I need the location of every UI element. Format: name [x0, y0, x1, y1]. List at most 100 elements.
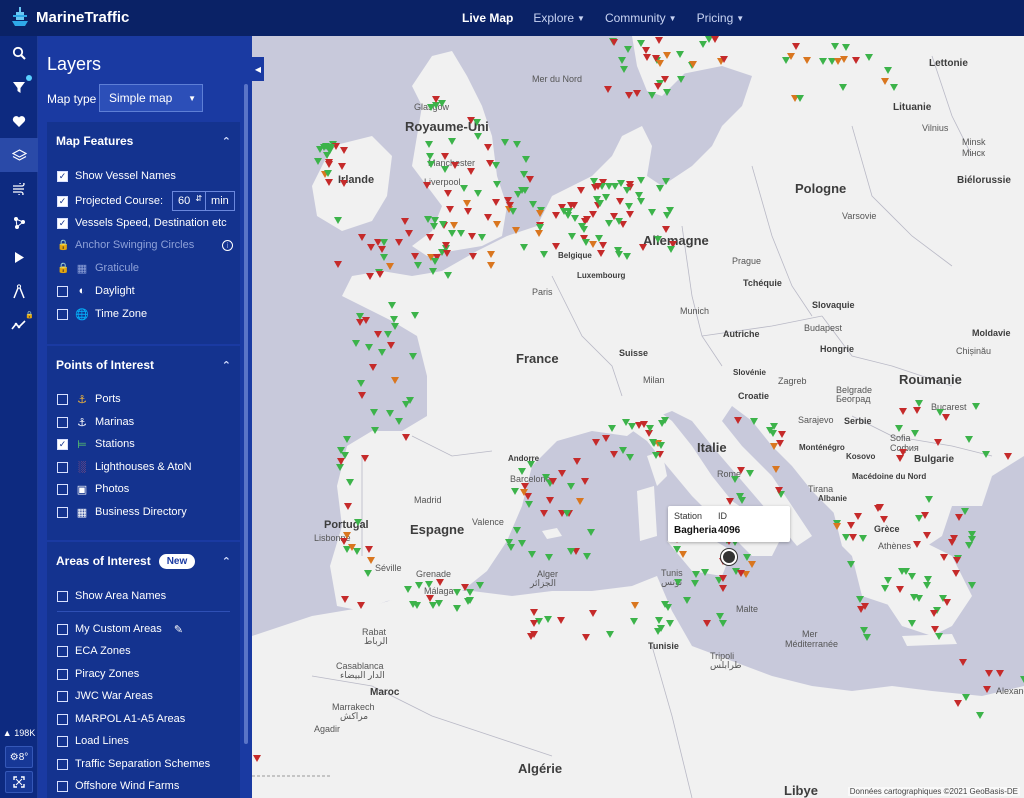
vessel-marker[interactable]	[636, 177, 645, 185]
vessel-marker[interactable]	[427, 160, 436, 168]
vessel-marker[interactable]	[690, 580, 699, 588]
vessel-marker[interactable]	[435, 579, 444, 587]
vessel-marker[interactable]	[394, 238, 403, 246]
vessel-marker[interactable]	[913, 407, 922, 415]
vessel-marker[interactable]	[856, 596, 865, 604]
vessel-marker[interactable]	[943, 598, 952, 606]
vessel-marker[interactable]	[725, 498, 734, 505]
vessel-marker[interactable]	[605, 630, 614, 638]
vessel-marker[interactable]	[403, 586, 412, 594]
vessel-marker[interactable]	[464, 207, 473, 215]
vessel-marker[interactable]	[931, 625, 940, 633]
vessel-marker[interactable]	[736, 493, 745, 501]
show-vessel-names-checkbox[interactable]: ✓	[57, 170, 68, 182]
vessel-marker[interactable]	[557, 617, 566, 625]
vessel-marker[interactable]	[598, 242, 607, 250]
vessel-marker[interactable]	[701, 569, 710, 577]
piracy-zones-checkbox[interactable]	[57, 668, 68, 680]
vessel-marker[interactable]	[662, 225, 671, 233]
vessel-marker[interactable]	[656, 442, 665, 450]
vessel-marker[interactable]	[676, 50, 685, 58]
vessel-marker[interactable]	[411, 312, 420, 320]
vessel-marker[interactable]	[492, 180, 501, 188]
marinas-row[interactable]: ⚓ Marinas	[57, 413, 134, 431]
vessel-marker[interactable]	[594, 235, 603, 243]
vessel-marker[interactable]	[431, 96, 440, 104]
vessel-marker[interactable]	[929, 610, 938, 618]
vessel-marker[interactable]	[655, 59, 664, 67]
vessel-marker[interactable]	[429, 601, 438, 609]
vessel-marker[interactable]	[567, 547, 575, 555]
vessel-marker[interactable]	[465, 588, 474, 596]
vessel-marker[interactable]	[619, 65, 628, 73]
vessel-marker[interactable]	[643, 54, 652, 62]
vessel-marker[interactable]	[915, 514, 924, 522]
vessel-marker[interactable]	[344, 503, 353, 511]
vessel-marker[interactable]	[592, 439, 601, 447]
vessel-marker[interactable]	[426, 233, 435, 241]
vessel-marker[interactable]	[539, 510, 548, 518]
vessel-marker[interactable]	[958, 659, 967, 667]
vessel-marker[interactable]	[467, 233, 476, 241]
vessel-marker[interactable]	[540, 251, 549, 259]
vessel-marker[interactable]	[641, 47, 650, 55]
load-lines-row[interactable]: Load Lines	[57, 732, 129, 750]
points-of-interest-header[interactable]: Points of Interest ⌃	[47, 346, 240, 384]
vessel-marker[interactable]	[340, 452, 349, 460]
vessel-marker[interactable]	[834, 58, 843, 66]
vessel-marker[interactable]	[660, 75, 669, 83]
vessel-marker[interactable]	[534, 229, 543, 237]
vessel-marker[interactable]	[689, 60, 698, 68]
piracy-zones-row[interactable]: Piracy Zones	[57, 665, 139, 683]
vessel-marker[interactable]	[955, 514, 964, 522]
vessel-marker[interactable]	[768, 429, 777, 437]
vessel-marker[interactable]	[718, 574, 727, 582]
vessel-marker[interactable]	[666, 620, 675, 628]
vessel-marker[interactable]	[526, 632, 535, 640]
vessel-marker[interactable]	[439, 221, 448, 229]
vessel-marker[interactable]	[749, 417, 758, 425]
vessel-marker[interactable]	[771, 466, 780, 474]
stepper-icon[interactable]: ⇵	[195, 194, 202, 203]
vessel-marker[interactable]	[996, 669, 1005, 677]
favorites-button[interactable]	[0, 104, 38, 138]
vessel-marker[interactable]	[838, 84, 847, 92]
vessel-marker[interactable]	[884, 66, 893, 74]
logo[interactable]: MarineTraffic	[8, 6, 129, 28]
vessel-marker[interactable]	[425, 595, 434, 603]
vessel-marker[interactable]	[512, 140, 521, 148]
vessel-marker[interactable]	[908, 573, 917, 581]
vessel-marker[interactable]	[346, 478, 355, 486]
vessel-marker[interactable]	[476, 581, 485, 589]
vessel-marker[interactable]	[342, 436, 351, 444]
vessel-marker[interactable]	[448, 138, 457, 146]
vessel-marker[interactable]	[340, 179, 349, 187]
vessel-marker[interactable]	[648, 92, 657, 100]
vessel-marker[interactable]	[324, 170, 333, 178]
projected-course-row[interactable]: ✓ Projected Course: 60 ⇵ min	[57, 189, 235, 213]
vessel-marker[interactable]	[942, 413, 951, 421]
daylight-row[interactable]: ◐ Daylight	[57, 282, 135, 300]
vessel-marker[interactable]	[545, 553, 553, 561]
vessel-marker[interactable]	[448, 230, 457, 238]
show-vessel-names-row[interactable]: ✓ Show Vessel Names	[57, 167, 176, 185]
daylight-checkbox[interactable]	[57, 285, 68, 297]
show-area-names-checkbox[interactable]	[57, 590, 68, 602]
vessel-marker[interactable]	[557, 470, 566, 478]
vessel-marker[interactable]	[391, 323, 400, 331]
vessel-marker[interactable]	[881, 585, 890, 593]
vessel-marker[interactable]	[954, 699, 963, 707]
vessel-marker[interactable]	[622, 418, 631, 426]
vessel-marker[interactable]	[338, 162, 347, 170]
vessel-marker[interactable]	[774, 487, 783, 495]
vessel-marker[interactable]	[698, 41, 707, 49]
vessel-marker[interactable]	[748, 560, 757, 568]
vessel-marker[interactable]	[896, 454, 905, 462]
vessel-marker[interactable]	[517, 187, 526, 195]
time-zone-row[interactable]: 🌐 Time Zone	[57, 305, 147, 323]
vessel-marker[interactable]	[736, 467, 745, 475]
jwc-war-areas-row[interactable]: JWC War Areas	[57, 687, 153, 705]
vessel-marker[interactable]	[818, 57, 827, 65]
vessel-marker[interactable]	[500, 138, 509, 146]
vessel-marker[interactable]	[412, 601, 421, 609]
